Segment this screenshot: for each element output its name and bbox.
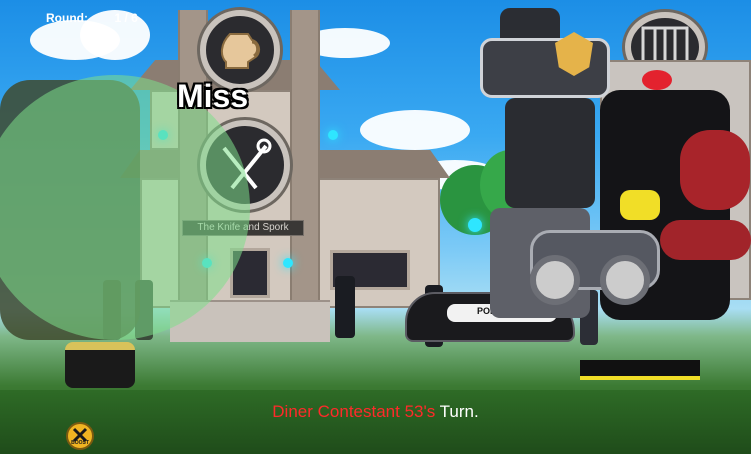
enemy-red-cannon [660,220,751,260]
building-pillar [290,10,320,340]
pitcher-icon [220,33,260,69]
turn-suffix: Turn. [435,402,479,421]
boost-caption: BOOST [71,440,89,446]
enemy-gunner-robot [530,70,751,390]
round-value: 1 / 6 [114,11,138,25]
enemy-cannon-muzzle [530,255,580,305]
enemy-foot [640,360,700,380]
lamp-icon [283,258,293,268]
boost-button[interactable]: BOOST [66,422,94,450]
cloud [360,110,470,150]
enemy-cannon-muzzle [600,255,650,305]
background-soldier [335,276,355,338]
round-label: Round: [46,11,88,25]
turn-indicator: Diner Contestant 53's Turn. [0,402,751,422]
bottom-bar [0,390,751,454]
enemy-arm-red [680,130,750,210]
round-indicator: Round: 1 / 6 [46,9,138,27]
enemy-foot [580,360,640,380]
lamp-icon [328,130,338,140]
turn-name: Diner Contestant 53's [272,402,436,421]
miss-text: Miss [177,78,249,114]
enemy-yellow-claw [620,190,660,220]
battle-scene: The Knife and Spork POLICE Ro [0,0,751,454]
player-foot [65,342,135,388]
enemy-gem [642,70,672,90]
